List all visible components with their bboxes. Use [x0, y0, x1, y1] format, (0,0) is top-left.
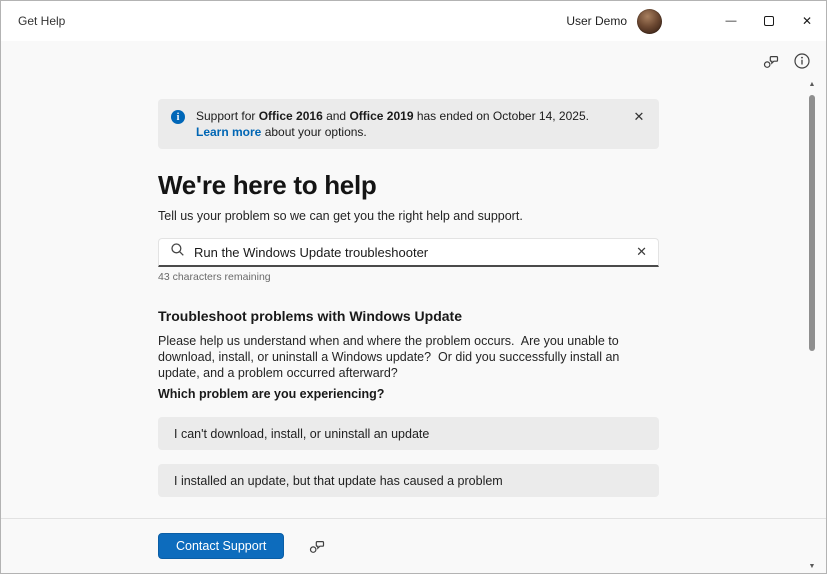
learn-more-link[interactable]: Learn more [196, 125, 261, 139]
contact-support-button[interactable]: Contact Support [158, 533, 284, 559]
banner-text: Support for Office 2016 and Office 2019 … [196, 108, 621, 140]
banner-info-icon: i [171, 110, 185, 124]
office-support-banner: i Support for Office 2016 and Office 201… [158, 99, 659, 149]
banner-text-suffix: about your options. [261, 125, 366, 139]
banner-close-button[interactable]: ✕ [631, 109, 647, 125]
scrollbar-down-arrow[interactable]: ▼ [806, 563, 818, 570]
search-clear-icon: ✕ [636, 244, 647, 259]
section-question: Which problem are you experiencing? [158, 387, 659, 401]
page-title: We're here to help [158, 170, 659, 201]
app-title: Get Help [18, 14, 65, 28]
titlebar: Get Help User Demo — ✕ [1, 1, 826, 41]
section-title: Troubleshoot problems with Windows Updat… [158, 308, 659, 324]
maximize-button[interactable] [750, 1, 788, 41]
avatar[interactable] [637, 9, 662, 34]
characters-remaining: 43 characters remaining [158, 271, 659, 283]
share-feedback-icon [762, 58, 780, 73]
section-body: Please help us understand when and where… [158, 333, 659, 381]
content-column: i Support for Office 2016 and Office 201… [158, 41, 659, 497]
minimize-icon: — [726, 16, 737, 27]
banner-text-mid-2: has ended on October 14, 2025. [414, 109, 589, 123]
footer: Contact Support [1, 518, 826, 573]
share-feedback-button[interactable] [762, 52, 780, 70]
footer-share-feedback-button[interactable] [308, 537, 326, 555]
minimize-button[interactable]: — [712, 1, 750, 41]
search-icon [170, 242, 185, 262]
scrollbar-up-arrow[interactable]: ▲ [806, 81, 818, 88]
titlebar-right: User Demo — ✕ [566, 1, 826, 41]
maximize-icon [764, 16, 774, 26]
get-help-window: Get Help User Demo — ✕ [0, 0, 827, 574]
option-cant-install-update[interactable]: I can't download, install, or uninstall … [158, 417, 659, 450]
scrollbar-thumb[interactable] [809, 95, 815, 351]
option-label: I can't download, install, or uninstall … [174, 427, 429, 441]
banner-close-icon: ✕ [634, 109, 645, 124]
option-label: I installed an update, but that update h… [174, 474, 503, 488]
close-button[interactable]: ✕ [788, 1, 826, 41]
banner-text-prefix: Support for [196, 109, 259, 123]
info-icon [793, 58, 811, 73]
banner-office-2019: Office 2019 [349, 109, 413, 123]
page-body: i Support for Office 2016 and Office 201… [1, 41, 826, 520]
user-name[interactable]: User Demo [566, 14, 627, 28]
banner-text-mid-1: and [323, 109, 350, 123]
close-icon: ✕ [802, 14, 812, 28]
problem-search-input[interactable] [194, 245, 634, 260]
window-controls: — ✕ [712, 1, 826, 41]
page-toolbar [762, 52, 811, 70]
problem-search-box: ✕ [158, 238, 659, 267]
banner-office-2016: Office 2016 [259, 109, 323, 123]
option-update-caused-problem[interactable]: I installed an update, but that update h… [158, 464, 659, 497]
share-feedback-icon [308, 543, 326, 558]
search-clear-button[interactable]: ✕ [634, 244, 649, 260]
page-subtitle: Tell us your problem so we can get you t… [158, 209, 659, 223]
info-button[interactable] [793, 52, 811, 70]
